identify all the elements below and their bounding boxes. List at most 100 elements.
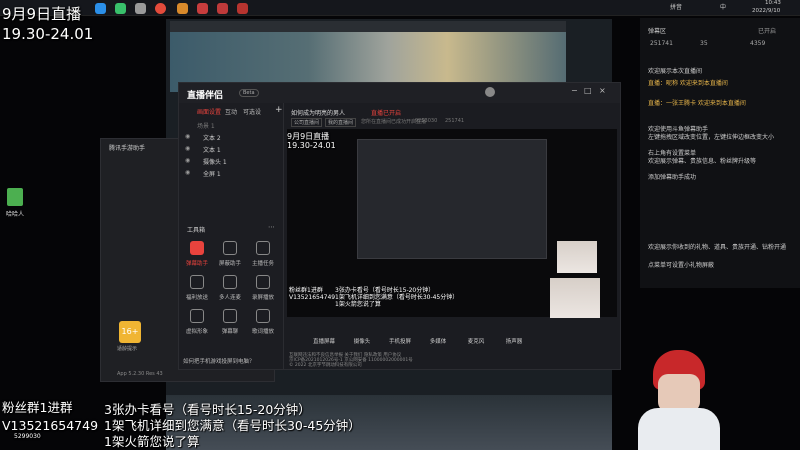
bottom-button-label[interactable]: 直播屏幕: [309, 337, 339, 345]
screen: 拼音 中 10:43 2022/9/10 哈哈人 9月9日直播 19.30-24…: [0, 0, 800, 450]
app-icon-1[interactable]: [95, 3, 106, 14]
chat-message: 欢迎展示本次直播间: [648, 68, 703, 75]
chat-stat-2: 35: [700, 40, 708, 47]
bottom-button-label[interactable]: 多媒体: [423, 337, 453, 345]
tool-label: 歌词播放: [251, 329, 274, 335]
tool-label: 多人连麦: [218, 295, 241, 301]
preview-webcam: [557, 241, 597, 273]
tab-options[interactable]: 可选设: [243, 107, 261, 116]
eye-icon[interactable]: ◉: [185, 169, 190, 176]
app-icon-7[interactable]: [217, 3, 228, 14]
tool-label: 弹幕聊: [221, 329, 239, 335]
app-icon-3[interactable]: [135, 3, 146, 14]
add-source-button[interactable]: +: [275, 105, 283, 115]
tool-label: 屏蔽助手: [218, 261, 241, 267]
eye-icon[interactable]: ◉: [185, 145, 190, 152]
tencent-title: 腾讯手游助手: [109, 145, 146, 152]
room-tag[interactable]: 公司直播间: [291, 118, 323, 127]
chat-message: 左键拖拽区域改变位置，左键拉伸边框改变大小: [648, 134, 775, 141]
tool-label: 福利放送: [185, 295, 208, 301]
room-title: 如何成为明亮的男人: [291, 110, 346, 117]
room-status: 直播已开启: [371, 110, 402, 117]
bottom-button-label[interactable]: 麦克风: [461, 337, 491, 345]
tool-label: 主播任务: [251, 261, 274, 267]
footer: 互联网违法和不良信息举报 关于我们 隐私政策 用户协议 京ICP备2021012…: [289, 353, 413, 368]
maximize-icon[interactable]: □: [584, 86, 592, 95]
source-item[interactable]: 文本 1: [203, 145, 221, 154]
footer-line: © 2022 北京字节跳动科技有限公司: [289, 363, 362, 368]
bottom-button-label[interactable]: 扬声器: [499, 337, 529, 345]
tool-label: 录屏播放: [251, 295, 274, 301]
source-item[interactable]: 全屏 1: [203, 169, 221, 178]
chat-message: 点菜单可设置小礼物屏蔽: [648, 262, 715, 269]
close-icon[interactable]: ×: [599, 86, 606, 95]
status-notice[interactable]: 如何把手机游戏投屏到电脑？: [183, 357, 255, 365]
offer-line-1: 3张办卡看号（看号时长15-20分钟）: [104, 402, 311, 417]
gift-icon[interactable]: [190, 275, 204, 289]
lyrics-icon[interactable]: [256, 309, 270, 323]
minimize-icon[interactable]: −: [571, 86, 578, 95]
record-icon[interactable]: [256, 275, 270, 289]
chat-stat-1: 251741: [650, 40, 673, 47]
top-taskbar: 拼音 中 10:43 2022/9/10: [0, 0, 800, 16]
toolbox-title: 工具箱: [187, 227, 206, 234]
more-icon[interactable]: ⋯: [268, 223, 275, 231]
eye-icon[interactable]: ◉: [185, 157, 190, 164]
offer-line-3: 1架火箭您说了算: [104, 434, 200, 449]
age-rating-caption: 适龄提示: [117, 346, 138, 352]
webcam-thumbnail: [550, 278, 600, 318]
tray-ime-mode[interactable]: 中: [720, 2, 726, 11]
preview-time: 19.30-24.01: [287, 141, 336, 150]
bottom-button-label[interactable]: 手机投屏: [385, 337, 415, 345]
age-rating-badge: 16+: [119, 321, 141, 343]
tool-label: 虚拟形象: [185, 329, 208, 335]
preview-right-block: 3张办卡看号（看号时长15-20分钟） 1架飞机详细到您满意（看号时长30-45…: [335, 287, 458, 308]
nested-preview-window: [357, 139, 547, 259]
clock-date: 2022/9/10: [752, 8, 781, 14]
id-line: V13521654749: [2, 418, 99, 433]
preview-line: 1架火箭您说了算: [335, 301, 381, 308]
fans-line: 粉丝群1进群: [2, 400, 73, 415]
preview-left-block: 粉丝群1进群 V13521654749: [289, 287, 335, 301]
chat-message: 直播：昵称 欢迎来到本直播间: [648, 80, 728, 87]
tab-scene[interactable]: 画面设置: [197, 107, 221, 116]
tray-ime-label[interactable]: 拼音: [670, 2, 682, 11]
preview-left-line: 粉丝群1进群: [289, 287, 323, 294]
room-tag[interactable]: 我的直播间: [325, 118, 357, 127]
eye-icon[interactable]: ◉: [185, 133, 190, 140]
desktop-file-icon[interactable]: [7, 188, 23, 206]
app-icon-8[interactable]: [237, 3, 248, 14]
desktop-file-label: 哈哈人: [5, 211, 24, 218]
live-companion-window[interactable]: 直播伴侣 Beta × □ − 画面设置 互动 可选设 + 场景 1 文本 2 …: [178, 82, 621, 370]
left-sidebar: 画面设置 互动 可选设 + 场景 1 文本 2 文本 1 摄像头 1 全屏 1 …: [179, 103, 284, 369]
app-icon-4[interactable]: [155, 3, 166, 14]
block-helper-icon[interactable]: [223, 241, 237, 255]
source-item[interactable]: 摄像头 1: [203, 157, 227, 166]
bottom-toolbar: 直播屏幕 摄像头 手机投屏 多媒体 麦克风 扬声器: [287, 321, 617, 345]
task-icon[interactable]: [256, 241, 270, 255]
bottom-button-label[interactable]: 摄像头: [347, 337, 377, 345]
app-name: 直播伴侣: [187, 91, 224, 101]
app-icon-6[interactable]: [197, 3, 208, 14]
chat-stat-3: 4359: [750, 40, 766, 47]
avatar-tool-icon[interactable]: [190, 309, 204, 323]
streamer-camera: [628, 350, 726, 450]
room-id: 9253030: [415, 118, 438, 124]
scene-group[interactable]: 场景 1: [197, 121, 215, 130]
chat-status[interactable]: 已开启: [758, 26, 776, 35]
chat-message: 欢迎使用斗鱼弹幕助手: [648, 126, 709, 133]
danmu-helper-icon[interactable]: [190, 241, 204, 255]
chat-tool-icon[interactable]: [223, 309, 237, 323]
chat-message: 欢迎展示弹幕、贵族信息、粉丝牌升级等: [648, 158, 757, 165]
online-count: 251741: [445, 118, 465, 124]
source-item[interactable]: 文本 2: [203, 133, 221, 142]
video-window-titlebar: [170, 21, 566, 32]
tab-interaction[interactable]: 互动: [225, 107, 237, 116]
wechat-icon[interactable]: [115, 3, 126, 14]
app-icon-5[interactable]: [177, 3, 188, 14]
avatar[interactable]: [485, 87, 495, 97]
clock-time[interactable]: 10:43: [765, 0, 781, 6]
preview-line: 1架飞机详细到您满意（看号时长30-45分钟）: [335, 294, 459, 301]
link-mic-icon[interactable]: [223, 275, 237, 289]
chat-title: 弹幕区: [648, 28, 667, 35]
